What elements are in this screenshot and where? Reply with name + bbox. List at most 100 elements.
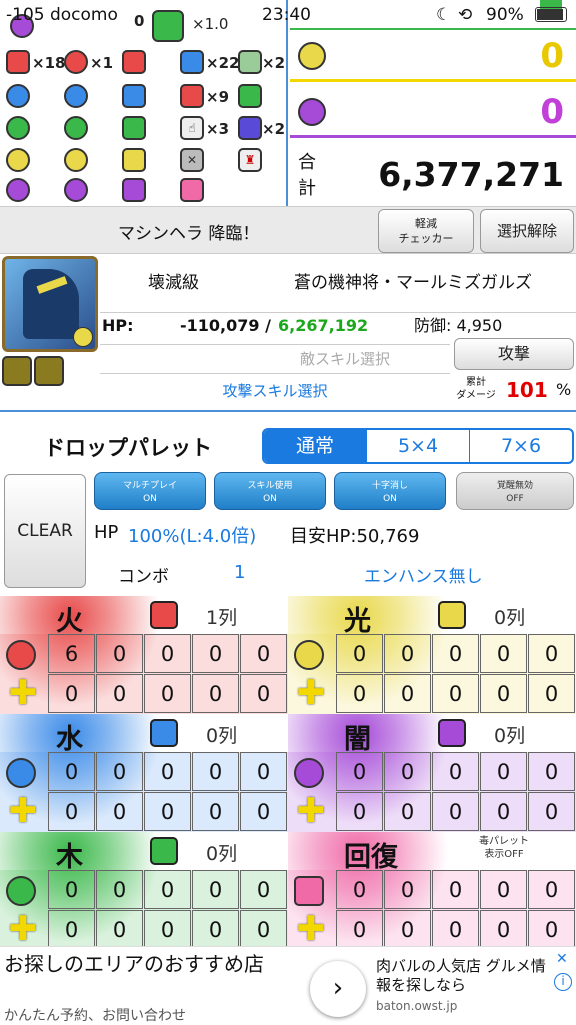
drop-count-cell[interactable]: 0: [240, 752, 287, 791]
skill-use-toggle[interactable]: スキル使用 ON: [214, 472, 326, 510]
ad-info-icon[interactable]: i: [554, 973, 572, 991]
tab-7x6[interactable]: 7×6: [469, 430, 572, 462]
tab-normal[interactable]: 通常: [264, 430, 366, 462]
dark-enhance-icon[interactable]: [122, 178, 146, 202]
clear-button[interactable]: CLEAR: [4, 474, 86, 588]
light-enhance-icon[interactable]: [438, 601, 466, 629]
ad-close-icon[interactable]: ✕: [556, 951, 568, 967]
row-count[interactable]: 0列: [206, 839, 237, 866]
drop-count-cell[interactable]: 0: [528, 674, 575, 713]
drop-count-cell[interactable]: 0: [384, 792, 431, 831]
light-orb2-icon[interactable]: [64, 148, 88, 172]
dark-orb2-icon[interactable]: [6, 178, 30, 202]
light-enhance-icon[interactable]: [122, 148, 146, 172]
drop-count-cell[interactable]: 0: [528, 910, 575, 949]
hand-icon[interactable]: ☝: [180, 116, 204, 140]
row-count[interactable]: 1列: [206, 603, 237, 630]
enhance-select[interactable]: エンハンス無し: [364, 562, 483, 587]
drop-count-cell[interactable]: 0: [48, 910, 95, 949]
water-orb-icon[interactable]: [6, 758, 36, 788]
plus-orb-icon[interactable]: ✚: [294, 676, 328, 710]
wood-orb-icon[interactable]: [6, 876, 36, 906]
wood-orb-icon[interactable]: [6, 116, 30, 140]
drop-count-cell[interactable]: 0: [480, 674, 527, 713]
drop-count-cell[interactable]: 0: [240, 870, 287, 909]
drop-count-cell[interactable]: 0: [336, 634, 383, 673]
light-orb-icon[interactable]: [294, 640, 324, 670]
cross-icon[interactable]: [238, 116, 262, 140]
drop-count-cell[interactable]: 0: [432, 910, 479, 949]
drop-count-cell[interactable]: 0: [192, 634, 239, 673]
drop-count-cell[interactable]: 0: [432, 674, 479, 713]
hp-multiplier-value[interactable]: 100%(L:4.0倍): [128, 522, 256, 548]
drop-count-cell[interactable]: 0: [144, 910, 191, 949]
drop-count-cell[interactable]: 0: [432, 870, 479, 909]
drop-count-cell[interactable]: 0: [96, 792, 143, 831]
light-orb-icon[interactable]: [6, 148, 30, 172]
awaken-null-toggle[interactable]: 覚醒無効 OFF: [456, 472, 574, 510]
drop-count-cell[interactable]: 0: [96, 910, 143, 949]
tab-5x4[interactable]: 5×4: [366, 430, 469, 462]
plus-orb-icon[interactable]: ✚: [6, 676, 40, 710]
dark-orb-icon[interactable]: [294, 758, 324, 788]
drop-count-cell[interactable]: 0: [96, 870, 143, 909]
attack-button[interactable]: 攻撃: [454, 338, 574, 370]
drop-count-cell[interactable]: 0: [432, 752, 479, 791]
plus-orb-icon[interactable]: ✚: [6, 794, 40, 828]
drop-count-cell[interactable]: 0: [384, 634, 431, 673]
fire-enhance-icon[interactable]: [150, 601, 178, 629]
drop-count-cell[interactable]: 0: [336, 910, 383, 949]
drop-count-cell[interactable]: 0: [144, 792, 191, 831]
poison-palette-toggle[interactable]: 毒パレット 表示OFF: [474, 835, 534, 861]
drop-count-cell[interactable]: 0: [528, 634, 575, 673]
fire-orb-icon[interactable]: [64, 50, 88, 74]
fire-plus-icon[interactable]: [6, 50, 30, 74]
drop-count-cell[interactable]: 0: [192, 674, 239, 713]
combo-value[interactable]: 1: [234, 562, 245, 583]
dark-enhance-icon[interactable]: [438, 719, 466, 747]
water-orb2-icon[interactable]: [64, 84, 88, 108]
drop-count-cell[interactable]: 0: [144, 634, 191, 673]
water-enhance-icon[interactable]: [122, 84, 146, 108]
drop-count-cell[interactable]: 0: [384, 752, 431, 791]
row-count[interactable]: 0列: [494, 603, 525, 630]
drop-count-cell[interactable]: 0: [96, 634, 143, 673]
drop-count-cell[interactable]: 0: [384, 910, 431, 949]
monster-portrait[interactable]: [2, 256, 98, 352]
drop-count-cell[interactable]: 0: [480, 752, 527, 791]
drop-count-cell[interactable]: 0: [528, 870, 575, 909]
castle-icon[interactable]: ♜: [238, 148, 262, 172]
drop-count-cell[interactable]: 0: [336, 792, 383, 831]
drop-count-cell[interactable]: 0: [96, 674, 143, 713]
water-orb-icon[interactable]: [6, 84, 30, 108]
jammer-icon[interactable]: [238, 50, 262, 74]
drop-count-cell[interactable]: 0: [240, 910, 287, 949]
wood-orb2-icon[interactable]: [64, 116, 88, 140]
sword-icon[interactable]: ✕: [180, 148, 204, 172]
drop-count-cell[interactable]: 0: [192, 870, 239, 909]
fire-orb-icon[interactable]: [6, 640, 36, 670]
heart-plus-icon[interactable]: [180, 178, 204, 202]
drop-count-cell[interactable]: 0: [48, 674, 95, 713]
water-enhance-icon[interactable]: [150, 719, 178, 747]
wood-enhance-icon[interactable]: [122, 116, 146, 140]
enemy-skill-select[interactable]: 敵スキル選択: [100, 344, 450, 374]
drop-count-cell[interactable]: 0: [240, 674, 287, 713]
drop-count-cell[interactable]: 0: [336, 674, 383, 713]
plus-orb-icon[interactable]: ✚: [294, 794, 328, 828]
two-way-icon[interactable]: [180, 84, 204, 108]
multiplay-toggle[interactable]: マルチプレイ ON: [94, 472, 206, 510]
ad-banner[interactable]: お探しのエリアのおすすめ店 かんたん予約、お問い合わせ › 肉バルの人気店 グル…: [0, 946, 576, 1024]
row-count[interactable]: 0列: [206, 721, 237, 748]
checker-button[interactable]: 軽減 チェッカー: [378, 209, 474, 253]
drop-count-cell[interactable]: 0: [432, 792, 479, 831]
drop-count-cell[interactable]: 0: [192, 752, 239, 791]
clear-selection-button[interactable]: 選択解除: [480, 209, 574, 253]
wood-enhance-icon[interactable]: [150, 837, 178, 865]
drop-count-cell[interactable]: 0: [480, 792, 527, 831]
attack-skill-select[interactable]: 攻撃スキル選択: [100, 376, 450, 406]
combo-icon[interactable]: [180, 50, 204, 74]
drop-count-cell[interactable]: 0: [144, 674, 191, 713]
drop-count-cell[interactable]: 0: [432, 634, 479, 673]
drop-count-cell[interactable]: 0: [384, 674, 431, 713]
